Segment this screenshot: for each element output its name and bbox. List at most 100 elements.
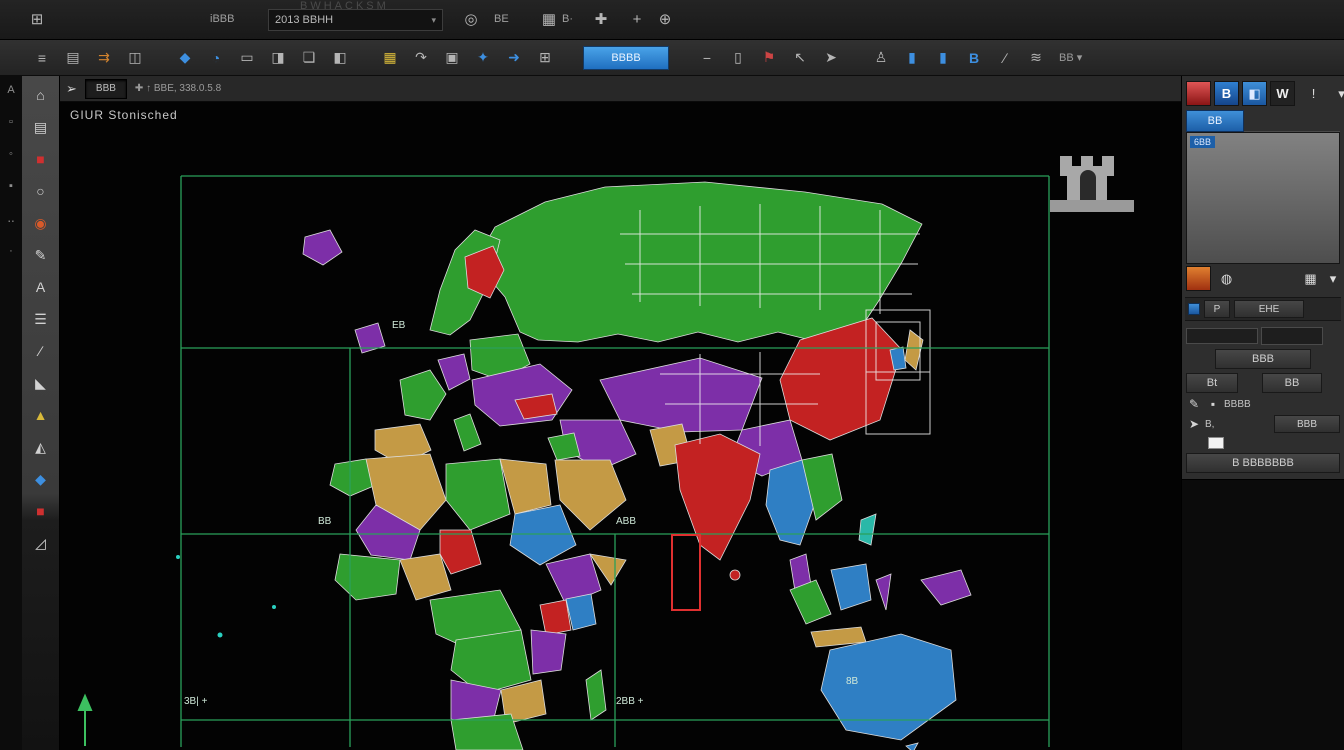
rail-block-icon[interactable]: ▪ <box>9 180 13 192</box>
rail-square-icon[interactable]: ▫ <box>9 116 13 128</box>
wave-icon[interactable]: ≋ <box>1024 46 1048 70</box>
text-tool-icon[interactable]: A <box>29 276 53 298</box>
menu-item-3[interactable]: B· <box>562 13 573 25</box>
add-icon[interactable]: + <box>626 9 648 31</box>
globe-icon[interactable]: ⊕ <box>654 9 676 31</box>
half-square-icon[interactable]: ◧ <box>328 46 352 70</box>
home-tool-icon[interactable]: ⌂ <box>29 84 53 106</box>
window-icon[interactable]: ⊞ <box>533 46 557 70</box>
export-icon[interactable]: ⇉ <box>92 46 116 70</box>
option-b-button[interactable]: BB <box>1262 373 1322 393</box>
orange-style-button[interactable] <box>1186 266 1211 291</box>
helper-button[interactable]: BBB <box>1274 415 1340 433</box>
cursor-settings-row: ➤ B, BBB <box>1186 415 1340 433</box>
wedge-tool-icon[interactable]: ◣ <box>29 372 53 394</box>
menu-item-2[interactable]: BE <box>494 13 509 25</box>
red-square-tool[interactable]: ■ <box>29 500 53 522</box>
preview-tab[interactable]: BB <box>1186 110 1244 132</box>
style-combo-box[interactable]: 2013 BBHH ▾ <box>268 9 443 31</box>
pie-tool-icon[interactable]: ◔ <box>204 46 228 70</box>
warning-tool-icon[interactable]: ▲ <box>29 404 53 426</box>
record-tool-icon[interactable]: ◉ <box>29 212 53 234</box>
bar-icon-2[interactable]: ▮ <box>931 46 955 70</box>
flag-icon[interactable]: ⚑ <box>757 46 781 70</box>
preview-pane[interactable]: 6BB <box>1186 132 1340 264</box>
white-color-swatch[interactable] <box>1208 437 1224 449</box>
diamond-tool-icon[interactable]: ◆ <box>173 46 197 70</box>
value-input-1[interactable] <box>1186 328 1258 344</box>
frame-icon[interactable]: ▭ <box>235 46 259 70</box>
red-style-button[interactable] <box>1186 81 1211 106</box>
value-inputs <box>1186 327 1340 345</box>
active-tool-button[interactable]: BBBB <box>583 46 669 70</box>
bold-b-button[interactable]: B <box>1214 81 1239 106</box>
svg-text:3B| +: 3B| + <box>184 696 208 707</box>
red-selection-rect[interactable] <box>672 535 700 610</box>
rail-text-icon[interactable]: A <box>7 84 14 96</box>
checkbox-icon[interactable]: ▪ <box>1205 397 1221 411</box>
mountain-tool-icon[interactable]: ◭ <box>29 436 53 458</box>
toolbar-tail-label[interactable]: BB ▾ <box>1059 51 1082 64</box>
page-icon[interactable]: ▯ <box>726 46 750 70</box>
diamond-swatch-tool[interactable]: ◆ <box>29 468 53 490</box>
grid-caret-icon[interactable]: ▾ <box>1326 266 1340 291</box>
panel-icon[interactable]: ◫ <box>123 46 147 70</box>
star-tool-icon[interactable]: ✦ <box>471 46 495 70</box>
disk-icon[interactable]: ◍ <box>1214 266 1239 291</box>
line-tool-icon[interactable]: ∕ <box>993 46 1017 70</box>
person-icon[interactable]: ♙ <box>869 46 893 70</box>
rail-dot-icon[interactable]: · <box>9 245 13 257</box>
angle-tool-icon[interactable]: ◿ <box>29 532 53 554</box>
minus-icon[interactable]: − <box>695 46 719 70</box>
copy-icon[interactable]: ❏ <box>297 46 321 70</box>
circle-tool-icon[interactable]: ○ <box>29 180 53 202</box>
snap-corner-icon[interactable]: ↖ <box>788 46 812 70</box>
arrow-right-icon[interactable]: ➜ <box>502 46 526 70</box>
lines-tool-icon[interactable]: ☰ <box>29 308 53 330</box>
map-canvas[interactable]: GIUR Stonisched <box>60 102 1181 750</box>
select-cursor-icon[interactable]: ➤ <box>1186 417 1202 431</box>
panel-bottom-button[interactable]: B BBBBBBB <box>1186 453 1340 473</box>
panel-empty-area <box>1182 479 1344 750</box>
alert-icon[interactable]: ! <box>1301 81 1326 106</box>
grid-icon[interactable]: ▦ <box>378 46 402 70</box>
wide-button-row: BBB <box>1186 349 1340 369</box>
option-a-button[interactable]: Bt <box>1186 373 1238 393</box>
grid-view-icon[interactable]: ▦ <box>1298 266 1323 291</box>
value-input-2[interactable] <box>1261 327 1323 345</box>
p-button[interactable]: P <box>1204 300 1230 318</box>
apply-button[interactable]: BBB <box>1215 349 1311 369</box>
bar-icon-1[interactable]: ▮ <box>900 46 924 70</box>
pen-icon[interactable]: ✎ <box>1186 397 1202 411</box>
layers-icon[interactable]: ▦ <box>538 9 560 31</box>
w-mode-button[interactable]: W <box>1270 81 1295 106</box>
left-rail: A ▫ ◦ ▪ ‥ · <box>0 76 22 750</box>
bold-icon[interactable]: B <box>962 46 986 70</box>
ehe-button[interactable]: EHE <box>1234 300 1304 318</box>
combo-value: 2013 BBHH <box>275 14 333 26</box>
document-icon[interactable]: ▤ <box>61 46 85 70</box>
redo-icon[interactable]: ↷ <box>409 46 433 70</box>
red-swatch-tool[interactable]: ■ <box>29 148 53 170</box>
rail-dots-icon[interactable]: ‥ <box>7 212 14 225</box>
hamburger-icon[interactable]: ≡ <box>30 46 54 70</box>
select-box-icon[interactable]: ▣ <box>440 46 464 70</box>
rail-circle-icon[interactable]: ◦ <box>9 148 13 160</box>
svg-text:8B: 8B <box>846 676 859 687</box>
canvas-tab[interactable]: BBB <box>85 79 127 99</box>
slash-tool-icon[interactable]: ∕ <box>29 340 53 362</box>
panel-caret-icon[interactable]: ▾ <box>1329 81 1344 106</box>
pointer-icon[interactable]: ➢ <box>66 81 77 97</box>
split-view-icon[interactable]: ◨ <box>266 46 290 70</box>
svg-text:ABB: ABB <box>616 516 636 527</box>
menu-item-1[interactable]: iBBB <box>210 13 234 25</box>
cursor-icon[interactable]: ➤ <box>819 46 843 70</box>
window-corner-icon[interactable]: ⊞ <box>26 9 48 31</box>
main-toolbar: ≡ ▤ ⇉ ◫ ◆ ◔ ▭ ◨ ❏ ◧ ▦ ↷ ▣ ✦ ➜ ⊞ BBBB − ▯… <box>0 40 1344 76</box>
help-icon[interactable]: ◎ <box>460 9 482 31</box>
blue-tool-button[interactable]: ◧ <box>1242 81 1267 106</box>
pen-tool-icon[interactable]: ✎ <box>29 244 53 266</box>
panel-tool-icon[interactable]: ▤ <box>29 116 53 138</box>
pin-icon[interactable]: ✚ <box>590 9 612 31</box>
mini-blue-icon[interactable] <box>1188 303 1200 315</box>
